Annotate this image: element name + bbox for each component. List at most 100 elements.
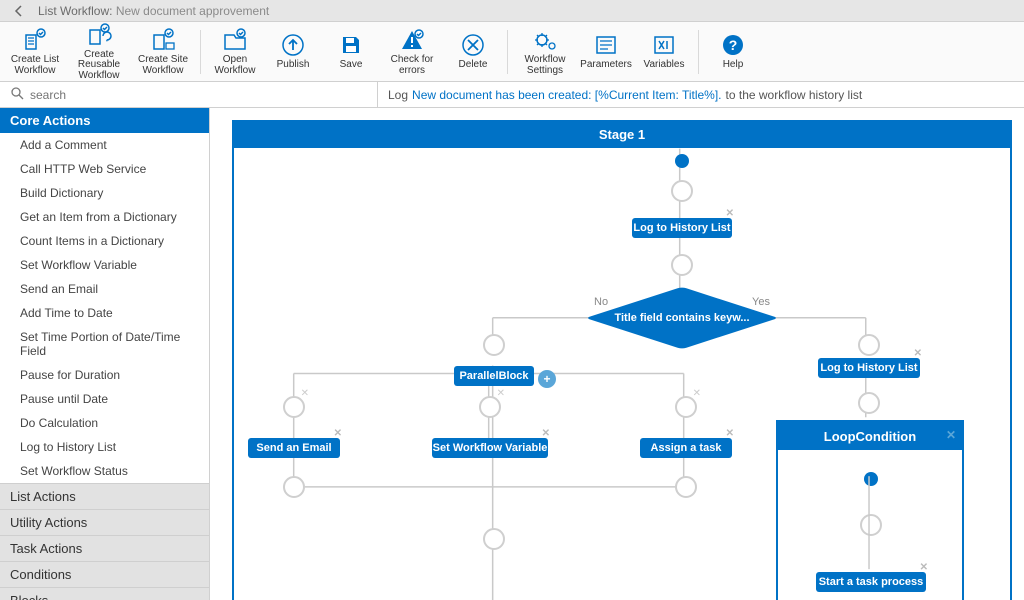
start-dot [675, 154, 689, 168]
actions-sidebar: Core ActionsAdd a CommentCall HTTP Web S… [0, 108, 210, 600]
close-icon[interactable]: ✕ [920, 562, 928, 573]
workflow-settings-button[interactable]: Workflow Settings [514, 24, 576, 80]
empty-slot[interactable] [483, 334, 505, 356]
node-start-task-process[interactable]: Start a task process ✕ [816, 572, 926, 592]
empty-slot[interactable] [671, 254, 693, 276]
create-list-workflow-button[interactable]: Create List Workflow [4, 24, 66, 80]
action-item[interactable]: Add a Comment [0, 133, 209, 157]
empty-slot[interactable] [671, 180, 693, 202]
category-header-core-actions[interactable]: Core Actions [0, 108, 209, 133]
action-item[interactable]: Get an Item from a Dictionary [0, 205, 209, 229]
parameters-button[interactable]: Parameters [578, 24, 634, 80]
stage-title: Stage 1 [599, 127, 645, 142]
window-title: List Workflow: New document approvement [38, 4, 269, 18]
publish-button[interactable]: Publish [265, 24, 321, 80]
log-message: Log New document has been created: [%Cur… [378, 82, 1024, 107]
empty-slot[interactable] [483, 528, 505, 550]
node-set-workflow-variable[interactable]: Set Workflow Variable ✕ [432, 438, 548, 458]
node-log-history-2[interactable]: Log to History List ✕ [818, 358, 920, 378]
action-item[interactable]: Set Workflow Status [0, 459, 209, 483]
empty-slot[interactable] [858, 334, 880, 356]
publish-icon [280, 32, 306, 58]
loop-start-dot [864, 472, 878, 486]
action-item[interactable]: Log to History List [0, 435, 209, 459]
stage-header[interactable]: Stage 1 [232, 120, 1012, 148]
category-header[interactable]: Conditions [0, 561, 209, 587]
help-button[interactable]: ?Help [705, 24, 761, 80]
create-site-workflow-button[interactable]: Create Site Workflow [132, 24, 194, 80]
node-log-history-1[interactable]: Log to History List ✕ [632, 218, 732, 238]
toolbar-label: Create Reusable Workflow [68, 50, 130, 82]
svg-text:?: ? [729, 37, 738, 53]
close-icon[interactable]: ✕ [542, 428, 550, 439]
action-item[interactable]: Pause until Date [0, 387, 209, 411]
action-item[interactable]: Do Calculation [0, 411, 209, 435]
canvas-wrap[interactable]: Stage 1 [210, 108, 1024, 600]
category-header[interactable]: Task Actions [0, 535, 209, 561]
back-button[interactable] [0, 0, 38, 21]
close-icon[interactable]: ✕ [726, 428, 734, 439]
node-decision[interactable]: Title field contains keyw... [607, 296, 757, 340]
close-icon[interactable]: ✕ [726, 208, 734, 219]
empty-slot[interactable]: ✕ [283, 396, 305, 418]
action-item[interactable]: Add Time to Date [0, 301, 209, 325]
category-header[interactable]: Utility Actions [0, 509, 209, 535]
search-icon [10, 86, 24, 103]
action-item[interactable]: Send an Email [0, 277, 209, 301]
workflow-canvas[interactable]: Stage 1 [232, 120, 1012, 600]
variables-button[interactable]: Variables [636, 24, 692, 80]
toolbar-label: Check for errors [381, 55, 443, 76]
empty-slot[interactable] [283, 476, 305, 498]
empty-slot[interactable] [858, 392, 880, 414]
close-icon[interactable]: ✕ [334, 428, 342, 439]
create-reusable-workflow-icon [86, 22, 112, 48]
toolbar-separator [200, 30, 201, 74]
log-suffix: to the workflow history list [726, 88, 863, 102]
node-assign-task[interactable]: Assign a task ✕ [640, 438, 732, 458]
action-item[interactable]: Pause for Duration [0, 363, 209, 387]
title-bar: List Workflow: New document approvement [0, 0, 1024, 22]
empty-slot[interactable] [675, 476, 697, 498]
node-send-email[interactable]: Send an Email ✕ [248, 438, 340, 458]
empty-slot[interactable]: ✕ [479, 396, 501, 418]
action-item[interactable]: Set Workflow Variable [0, 253, 209, 277]
branch-label-yes: Yes [752, 296, 770, 308]
create-reusable-workflow-button[interactable]: Create Reusable Workflow [68, 24, 130, 80]
check-for-errors-icon [399, 27, 425, 53]
delete-button[interactable]: Delete [445, 24, 501, 80]
body: Core ActionsAdd a CommentCall HTTP Web S… [0, 108, 1024, 600]
open-workflow-button[interactable]: Open Workflow [207, 24, 263, 80]
category-header[interactable]: List Actions [0, 483, 209, 509]
plus-icon[interactable]: + [538, 370, 556, 388]
check-for-errors-button[interactable]: Check for errors [381, 24, 443, 80]
toolbar-label: Parameters [580, 60, 632, 71]
save-button[interactable]: Save [323, 24, 379, 80]
search-input[interactable] [30, 88, 367, 102]
search-log-row: Log New document has been created: [%Cur… [0, 82, 1024, 108]
open-workflow-icon [222, 27, 248, 53]
create-site-workflow-icon [150, 27, 176, 53]
close-icon[interactable]: ✕ [914, 348, 922, 359]
close-icon[interactable]: ✕ [693, 388, 701, 399]
empty-slot[interactable] [860, 514, 882, 536]
close-icon[interactable]: ✕ [946, 428, 956, 442]
parameters-icon [593, 32, 619, 58]
delete-icon [460, 32, 486, 58]
close-icon[interactable]: ✕ [497, 388, 505, 399]
log-link[interactable]: New document has been created: [%Current… [412, 88, 721, 102]
help-icon: ? [720, 32, 746, 58]
action-item[interactable]: Count Items in a Dictionary [0, 229, 209, 253]
toolbar-label: Workflow Settings [514, 55, 576, 76]
action-item[interactable]: Call HTTP Web Service [0, 157, 209, 181]
toolbar-label: Save [340, 60, 363, 71]
loop-header[interactable]: LoopCondition ✕ [778, 422, 962, 450]
close-icon[interactable]: ✕ [301, 388, 309, 399]
action-item[interactable]: Set Time Portion of Date/Time Field [0, 325, 209, 363]
stage-body: Log to History List ✕ Title field contai… [232, 148, 1012, 600]
action-item[interactable]: Build Dictionary [0, 181, 209, 205]
category-header[interactable]: Blocks [0, 587, 209, 600]
node-parallel-block[interactable]: ParallelBlock + [454, 366, 534, 386]
empty-slot[interactable]: ✕ [675, 396, 697, 418]
node-loop-condition[interactable]: LoopCondition ✕ Start a task process ✕ [776, 420, 964, 600]
variables-icon [651, 32, 677, 58]
